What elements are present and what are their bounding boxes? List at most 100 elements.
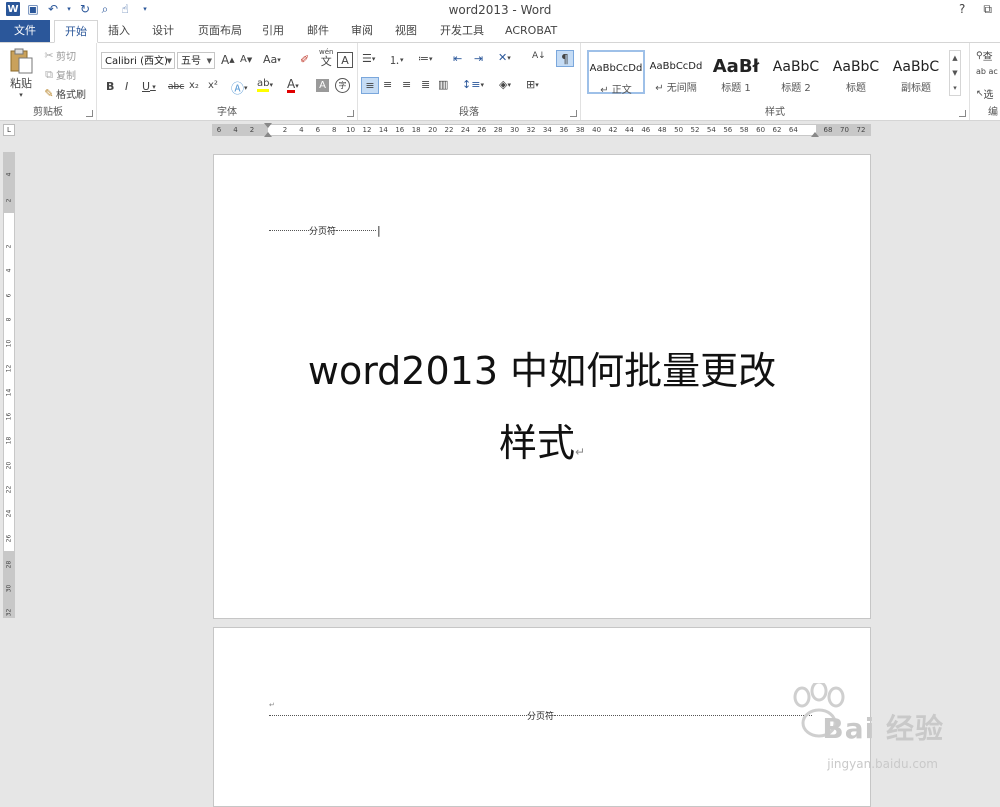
tab-references[interactable]: 引用 (252, 20, 294, 42)
font-color-button[interactable]: A ▾ (287, 78, 299, 93)
font-name-value: Calibri (西文) (105, 56, 168, 67)
text-cursor: | (377, 224, 381, 237)
paragraph-mark: ↵ (574, 445, 586, 459)
sort-button[interactable]: A↓ (532, 51, 546, 61)
styles-launcher-icon[interactable] (959, 110, 966, 117)
tab-file[interactable]: 文件 (0, 20, 50, 42)
style-title[interactable]: AaBbC 标题 (827, 50, 885, 94)
copy-button[interactable]: ⧉ 复制 (42, 67, 76, 83)
scroll-up-icon[interactable]: ▲ (950, 51, 960, 66)
ruler-tick-label: 10 (346, 126, 356, 134)
multilevel-list-button[interactable]: ≔ ▾ (418, 52, 433, 65)
tab-selector-button[interactable]: L (3, 124, 15, 136)
chinese-layout-button[interactable]: ✕ ▾ (498, 51, 511, 64)
style-subtitle[interactable]: AaBbC 副标题 (887, 50, 945, 94)
character-border-button[interactable]: A (337, 52, 353, 68)
format-painter-button[interactable]: ✎ 格式刷 (42, 86, 86, 101)
tab-insert[interactable]: 插入 (98, 20, 140, 42)
tab-view[interactable]: 视图 (385, 20, 427, 42)
underline-button[interactable]: U ▾ (142, 80, 156, 93)
align-center-button[interactable]: ≡ (383, 78, 392, 91)
paste-button[interactable]: 粘贴 ▾ (6, 47, 36, 99)
page-break-label: 分页符 (527, 712, 555, 722)
change-case-button[interactable]: Aa ▾ (263, 53, 281, 66)
italic-button[interactable]: I (125, 80, 128, 93)
clear-formatting-button[interactable]: ✐ (300, 53, 309, 66)
font-launcher-icon[interactable] (347, 110, 354, 117)
style-heading-2[interactable]: AaBbC 标题 2 (767, 50, 825, 94)
first-line-indent-marker[interactable] (264, 123, 272, 128)
text-effects-icon: Ⓐ (231, 82, 245, 97)
hanging-indent-marker[interactable] (264, 132, 272, 137)
find-label: 查 (982, 52, 993, 63)
tab-developer[interactable]: 开发工具 (430, 20, 494, 42)
distributed-icon: ▥ (438, 78, 449, 91)
tab-acrobat[interactable]: ACROBAT (495, 20, 567, 42)
decrease-indent-button[interactable]: ⇤ (453, 52, 462, 65)
numbering-button[interactable]: ⒈ ▾ (389, 52, 404, 68)
distributed-button[interactable]: ▥ (438, 78, 448, 91)
font-name-dropdown[interactable]: Calibri (西文) ▼ (101, 52, 175, 69)
style-heading-1[interactable]: AaBł 标题 1 (707, 50, 765, 94)
enclose-characters-button[interactable]: 字 (335, 78, 350, 93)
bullet-list-icon: ☰ (362, 52, 372, 65)
style-no-spacing[interactable]: AaBbCcDd ↵ 无间隔 (647, 50, 705, 94)
strikethrough-button[interactable]: abc (168, 82, 184, 92)
phonetic-guide-button[interactable]: wén 文 (319, 48, 333, 67)
justify-button[interactable]: ≣ (421, 78, 430, 91)
shrink-font-button[interactable]: A ▼ (240, 54, 252, 65)
font-group-label: 字体 (217, 107, 237, 118)
more-styles-icon[interactable]: ▾ (950, 81, 960, 95)
text-effects-button[interactable]: Ⓐ ▾ (231, 78, 248, 97)
tab-mailings[interactable]: 邮件 (297, 20, 339, 42)
replace-button[interactable]: ab ac (976, 67, 998, 76)
line-spacing-button[interactable]: ↕≡ ▾ (462, 78, 484, 91)
bullets-button[interactable]: ☰ ▾ (362, 52, 375, 65)
ribbon-display-options-button[interactable]: ⧉ (983, 2, 992, 17)
tab-page-layout[interactable]: 页面布局 (188, 20, 252, 42)
cut-label: 剪切 (56, 52, 76, 63)
underline-label: U (142, 80, 151, 93)
tab-design[interactable]: 设计 (142, 20, 184, 42)
subscript-button[interactable]: x₂ (189, 80, 199, 91)
right-indent-marker[interactable] (811, 132, 819, 137)
shading-button[interactable]: ◈ ▾ (499, 78, 511, 91)
superscript-button[interactable]: x² (208, 80, 218, 91)
increase-indent-button[interactable]: ⇥ (474, 52, 483, 65)
style-normal[interactable]: AaBbCcDd ↵ 正文 (587, 50, 645, 96)
bold-button[interactable]: B (106, 80, 114, 93)
character-shading-button[interactable]: A (316, 79, 329, 92)
show-formatting-marks-button[interactable]: ¶ (556, 50, 574, 67)
paragraph-launcher-icon[interactable] (570, 110, 577, 117)
ruler-tick-label: 12 (362, 126, 372, 134)
paste-dropdown-icon[interactable]: ▾ (19, 91, 23, 99)
help-button[interactable]: ? (959, 2, 965, 17)
ruler-tick-label: 54 (706, 126, 716, 134)
replace-icon: ab ac (976, 67, 998, 76)
grow-font-button[interactable]: A ▲ (221, 53, 235, 67)
align-left-button[interactable]: ≡ (361, 77, 379, 94)
vertical-ruler[interactable]: 4 2 2 4 6 8 10 12 14 16 18 20 22 24 26 28 30 32 (3, 152, 15, 618)
horizontal-ruler[interactable]: 6 4 2 2 4 6 8 10 12 14 16 18 20 22 24 26 28 30 32 34 36 38 40 4… (212, 123, 871, 137)
highlight-button[interactable]: ab ▾ (257, 78, 273, 92)
ruler-tick-label: 4 (233, 126, 238, 134)
align-right-button[interactable]: ≡ (402, 78, 411, 91)
styles-gallery-scroll[interactable]: ▲ ▼ ▾ (949, 50, 961, 96)
select-button[interactable]: ↖ 选 (976, 86, 994, 102)
style-sample: AaBbCcDd (589, 63, 643, 74)
clipboard-launcher-icon[interactable] (86, 110, 93, 117)
tab-review[interactable]: 审阅 (341, 20, 383, 42)
font-size-dropdown[interactable]: 五号 ▼ (177, 52, 215, 69)
style-sample: AaBbC (832, 59, 880, 75)
scroll-down-icon[interactable]: ▼ (950, 66, 960, 81)
borders-button[interactable]: ⊞ ▾ (526, 78, 539, 91)
copy-icon: ⧉ (45, 67, 53, 81)
ruler-tick-label: 60 (756, 126, 766, 134)
document-page-1[interactable]: 分页符 | word2013 中如何批量更改 样式↵ (213, 154, 871, 619)
cut-button[interactable]: ✂ 剪切 (42, 48, 76, 63)
style-sample: AaBbC (772, 59, 820, 75)
select-label: 选 (983, 90, 994, 101)
find-button[interactable]: ⚲ 查 (976, 48, 993, 64)
ruler-tick-label: 2 (282, 126, 288, 134)
tab-home[interactable]: 开始 (54, 20, 98, 43)
